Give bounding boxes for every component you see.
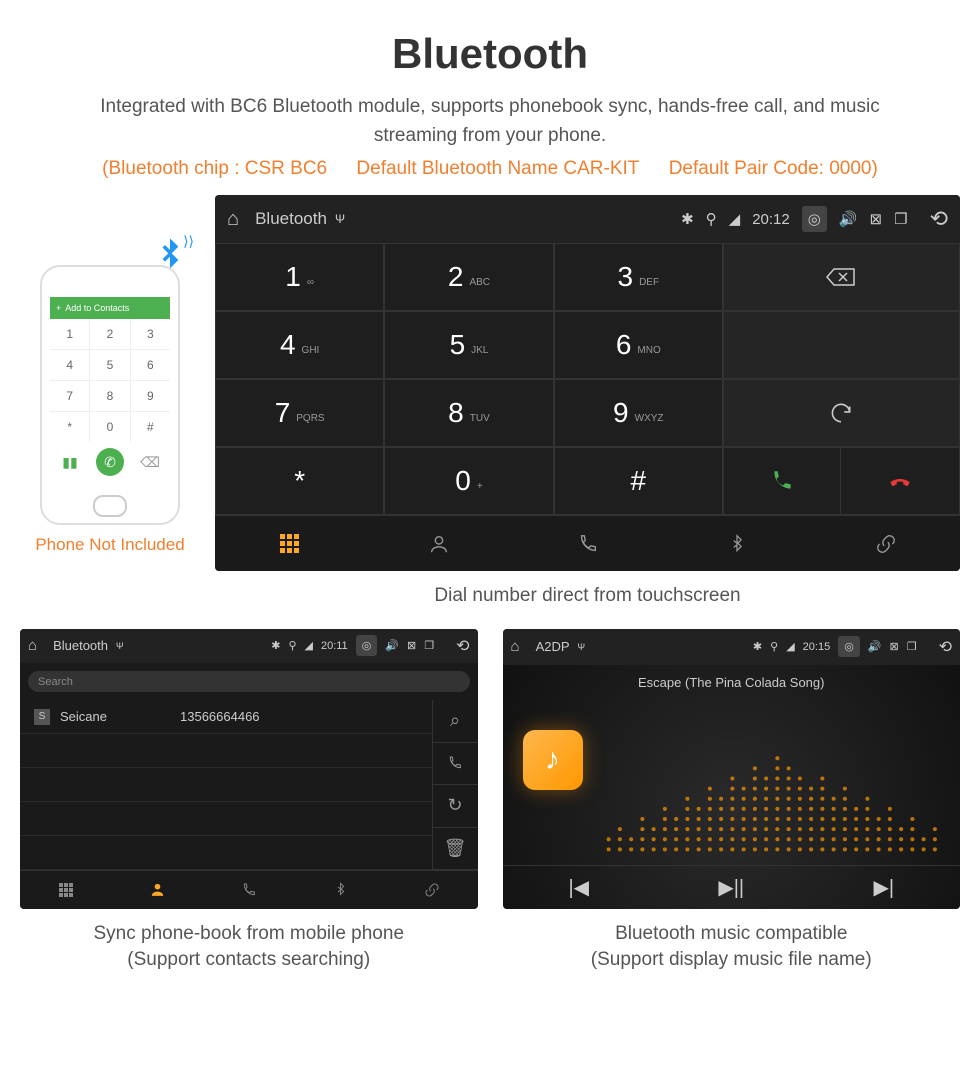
spec-line: (Bluetooth chip : CSR BC6 Default Blueto… — [20, 158, 960, 180]
screen-title: Bluetooth — [255, 209, 327, 229]
contact-row — [20, 768, 432, 802]
usb-icon: Ψ — [335, 212, 345, 226]
screen-title: Bluetooth — [53, 638, 108, 653]
usb-icon: Ψ — [578, 642, 586, 652]
back-icon[interactable]: ⟲ — [930, 206, 948, 232]
dialer-screen: ⌂ Bluetooth Ψ ✱ ⚲ ◢ 20:12 ◎ 🔊 ⊠ ❐ ⟲ 1∞2A… — [215, 195, 960, 571]
dial-key-0[interactable]: 0+ — [384, 447, 553, 515]
call-icon[interactable] — [433, 743, 478, 786]
tab-bluetooth[interactable] — [662, 516, 811, 571]
tab-pair[interactable] — [811, 516, 960, 571]
bluetooth-status-icon: ✱ — [681, 210, 694, 228]
phone-caption: Phone Not Included — [20, 535, 200, 555]
search-input[interactable]: Search — [28, 671, 470, 692]
phonebook-screen: ⌂ Bluetooth Ψ ✱⚲◢ 20:11 ◎🔊⊠❐ ⟲ Search S … — [20, 629, 478, 909]
phone-key: 8 — [90, 381, 129, 411]
contact-row — [20, 836, 432, 870]
dial-key-#[interactable]: # — [554, 447, 723, 515]
phone-mockup: +Add to Contacts 123456789*0# ▮▮ ✆ ⌫ — [40, 265, 180, 525]
dial-key-*[interactable]: * — [215, 447, 384, 515]
phone-key: 4 — [50, 350, 89, 380]
home-icon[interactable]: ⌂ — [511, 638, 520, 655]
back-icon[interactable]: ⟲ — [939, 637, 952, 657]
phone-key: 7 — [50, 381, 89, 411]
usb-icon: Ψ — [116, 641, 124, 651]
phone-key: 9 — [131, 381, 170, 411]
dial-key-8[interactable]: 8TUV — [384, 379, 553, 447]
home-icon[interactable]: ⌂ — [227, 208, 239, 231]
wifi-icon: ◢ — [729, 210, 741, 228]
dial-key-6[interactable]: 6MNO — [554, 311, 723, 379]
camera-icon[interactable]: ◎ — [802, 206, 827, 232]
page-title: Bluetooth — [20, 30, 960, 78]
close-icon[interactable]: ⊠ — [870, 210, 883, 228]
location-icon: ⚲ — [706, 210, 717, 228]
page-desc: Integrated with BC6 Bluetooth module, su… — [20, 93, 960, 150]
music-caption: Bluetooth music compatible(Support displ… — [503, 921, 961, 974]
tab-bluetooth[interactable] — [295, 871, 387, 908]
phonebook-caption: Sync phone-book from mobile phone(Suppor… — [20, 921, 478, 974]
hangup-button[interactable] — [841, 448, 959, 514]
phone-key: 0 — [90, 412, 129, 442]
tab-recent[interactable] — [513, 516, 662, 571]
phone-key: * — [50, 412, 89, 442]
phone-key: # — [131, 412, 170, 442]
prev-button[interactable]: |◀ — [503, 866, 656, 909]
song-title: Escape (The Pina Colada Song) — [503, 665, 961, 700]
dial-key-1[interactable]: 1∞ — [215, 243, 384, 311]
dial-key-9[interactable]: 9WXYZ — [554, 379, 723, 447]
home-icon[interactable]: ⌂ — [28, 637, 37, 654]
recent-icon[interactable]: ❐ — [894, 210, 907, 228]
tab-contacts[interactable] — [112, 871, 204, 908]
music-bluetooth-icon: ♪ — [523, 730, 583, 790]
contact-row[interactable]: S Seicane 13566664466 — [20, 700, 432, 734]
contact-row — [20, 802, 432, 836]
search-icon[interactable]: ⌕ — [433, 700, 478, 743]
back-icon[interactable]: ⟲ — [456, 636, 469, 656]
play-pause-button[interactable]: ▶|| — [655, 866, 808, 909]
tab-pair[interactable] — [386, 871, 478, 908]
redial-button[interactable] — [723, 379, 960, 447]
dial-key-4[interactable]: 4GHI — [215, 311, 384, 379]
spacer — [723, 311, 960, 379]
dial-key-2[interactable]: 2ABC — [384, 243, 553, 311]
call-button[interactable] — [724, 448, 842, 514]
phone-key: 2 — [90, 319, 129, 349]
phone-key: 1 — [50, 319, 89, 349]
tab-dialpad[interactable] — [215, 516, 364, 571]
screen-title: A2DP — [536, 639, 570, 654]
volume-icon[interactable]: 🔊 — [839, 210, 858, 228]
phone-key: 6 — [131, 350, 170, 380]
music-screen: ⌂ A2DP Ψ ✱⚲◢ 20:15 ◎🔊⊠❐ ⟲ Escape (The Pi… — [503, 629, 961, 909]
dial-key-3[interactable]: 3DEF — [554, 243, 723, 311]
tab-recent[interactable] — [203, 871, 295, 908]
phone-key: 5 — [90, 350, 129, 380]
dialpad-icon — [280, 534, 299, 553]
dial-key-5[interactable]: 5JKL — [384, 311, 553, 379]
refresh-icon[interactable]: ↻ — [433, 785, 478, 828]
contact-row — [20, 734, 432, 768]
clock: 20:12 — [752, 211, 790, 228]
delete-icon[interactable]: 🗑 — [433, 828, 478, 871]
phone-key: 3 — [131, 319, 170, 349]
backspace-button[interactable] — [723, 243, 960, 311]
call-controls — [723, 447, 960, 515]
visualizer — [603, 720, 941, 855]
dialer-caption: Dial number direct from touchscreen — [215, 583, 960, 610]
tab-contacts[interactable] — [364, 516, 513, 571]
dial-key-7[interactable]: 7PQRS — [215, 379, 384, 447]
tab-dialpad[interactable] — [20, 871, 112, 908]
next-button[interactable]: ▶| — [808, 866, 961, 909]
